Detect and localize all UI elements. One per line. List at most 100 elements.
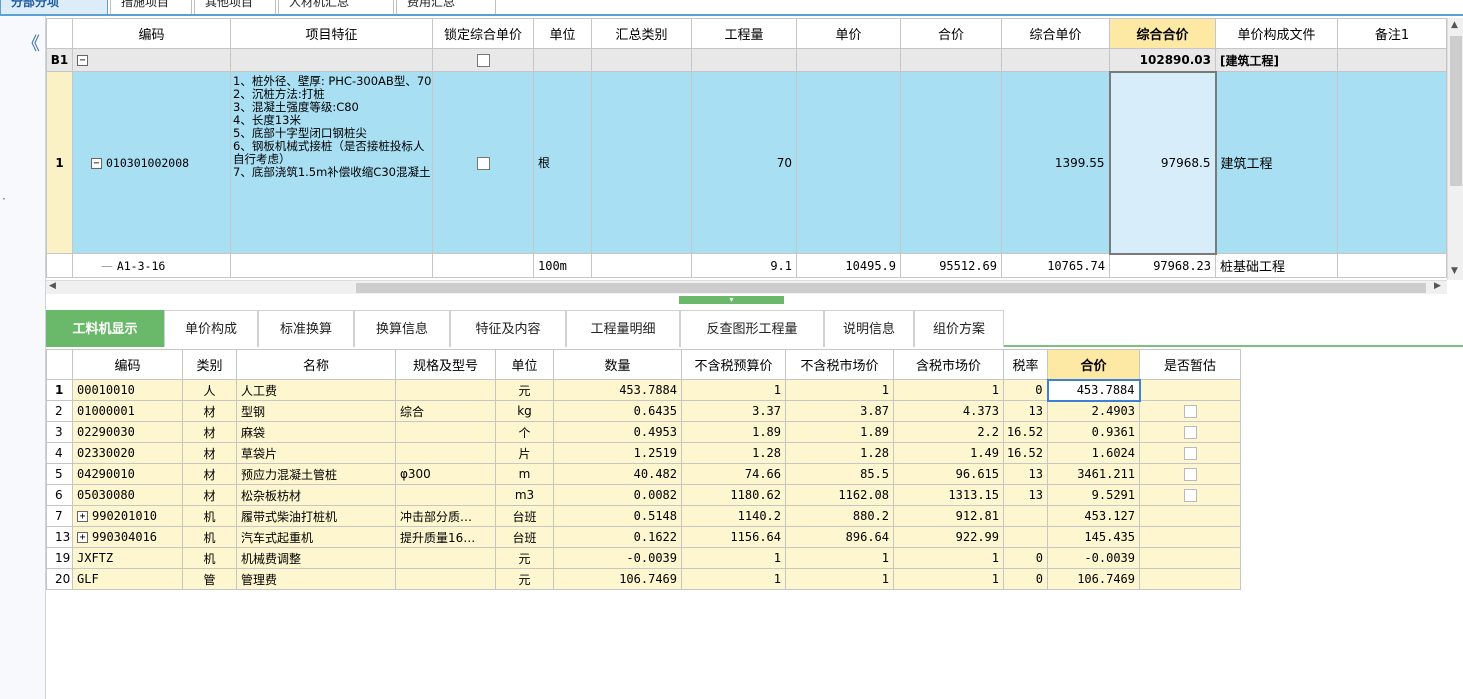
row-name-cell[interactable]: 机械费调整	[236, 547, 396, 569]
row-spec-cell[interactable]: 冲击部分质…	[395, 505, 496, 527]
row-budget-price-cell[interactable]: 1180.62	[681, 484, 786, 506]
row-name-cell[interactable]: 草袋片	[236, 442, 396, 464]
row-tax-market-price-cell[interactable]: 922.99	[893, 526, 1004, 548]
row-quantity-cell[interactable]: 0.0082	[553, 484, 682, 506]
row-features-cell[interactable]	[230, 48, 433, 72]
row-tax-rate-cell[interactable]	[1003, 526, 1048, 548]
collapse-icon[interactable]: −	[91, 157, 102, 169]
row-unit-cell[interactable]: kg	[495, 400, 554, 422]
row-unit-cell[interactable]: m3	[495, 484, 554, 506]
row-category-cell[interactable]	[591, 253, 692, 278]
tab-unit-price-composition[interactable]: 单价构成	[164, 310, 258, 347]
row-budget-price-cell[interactable]: 1	[681, 568, 786, 590]
tab-reverse-graphic-quantity[interactable]: 反查图形工程量	[680, 310, 824, 347]
table-row-b1[interactable]: B1 − 102890.03 [建筑工程]	[46, 48, 1447, 72]
col-header-code[interactable]: 编码	[72, 349, 183, 380]
expand-icon[interactable]: +	[77, 532, 88, 543]
row-features-cell[interactable]	[230, 253, 433, 278]
col-header-composite-unit-price[interactable]: 综合单价	[1001, 18, 1110, 49]
row-code-cell[interactable]: 04290010	[72, 463, 183, 485]
tab-measures[interactable]: 措施项目	[110, 0, 192, 14]
col-header-lock-price[interactable]: 锁定综合单价	[432, 18, 534, 49]
row-quantity-cell[interactable]: 1.2519	[553, 442, 682, 464]
row-tax-rate-cell[interactable]: 13	[1003, 463, 1048, 485]
row-quantity-cell[interactable]: 0.1622	[553, 526, 682, 548]
row-remark-cell[interactable]	[1337, 48, 1447, 72]
row-budget-price-cell[interactable]: 3.37	[681, 400, 786, 422]
col-header-code[interactable]: 编码	[72, 18, 231, 49]
table-row[interactable]: 6 05030080 材松杂板枋材 m3 0.0082 1180.62 1162.08 131…	[46, 484, 1241, 506]
row-market-price-cell[interactable]: 1.28	[785, 442, 894, 464]
col-header-unit[interactable]: 单位	[495, 349, 554, 380]
tab-fee-summary[interactable]: 费用汇总	[396, 0, 496, 14]
col-header-unit[interactable]: 单位	[533, 18, 592, 49]
row-composite-total-cell[interactable]: 97968.23	[1109, 253, 1216, 278]
row-tax-market-price-cell[interactable]: 1	[893, 379, 1004, 401]
table-row-a1-3-16[interactable]: — A1-3-16 100m 9.1 10495.9 95512.69 1076…	[46, 253, 1447, 278]
row-code-cell[interactable]: GLF	[72, 568, 183, 590]
row-provisional-cell[interactable]	[1139, 526, 1241, 548]
row-remark-cell[interactable]	[1337, 71, 1447, 254]
row-spec-cell[interactable]	[395, 421, 496, 443]
row-code-cell[interactable]: −010301002008	[72, 71, 231, 254]
row-tax-market-price-cell[interactable]: 4.373	[893, 400, 1004, 422]
row-tax-rate-cell[interactable]: 0	[1003, 568, 1048, 590]
row-unit-cell[interactable]: 元	[495, 547, 554, 569]
row-tax-market-price-cell[interactable]: 912.81	[893, 505, 1004, 527]
tab-standard-conversion[interactable]: 标准换算	[258, 310, 354, 347]
row-tax-market-price-cell[interactable]: 96.615	[893, 463, 1004, 485]
row-market-price-cell[interactable]: 1	[785, 379, 894, 401]
row-category-cell[interactable]: 材	[182, 484, 237, 506]
row-unit-cell[interactable]: 片	[495, 442, 554, 464]
row-spec-cell[interactable]	[395, 568, 496, 590]
col-header-total-price[interactable]: 合价	[900, 18, 1002, 49]
row-quantity-cell[interactable]	[691, 48, 797, 72]
row-market-price-cell[interactable]: 1	[785, 547, 894, 569]
row-unit-cell[interactable]: 个	[495, 421, 554, 443]
row-market-price-cell[interactable]: 3.87	[785, 400, 894, 422]
row-total-price-cell[interactable]	[900, 71, 1002, 254]
row-code-cell[interactable]: −	[72, 48, 231, 72]
tab-description-info[interactable]: 说明信息	[824, 310, 914, 347]
row-unit-cell[interactable]	[533, 48, 592, 72]
col-header-provisional[interactable]: 是否暂估	[1139, 349, 1241, 380]
row-spec-cell[interactable]: 提升质量16…	[395, 526, 496, 548]
col-header-spec[interactable]: 规格及型号	[395, 349, 496, 380]
scroll-up-icon[interactable]: ▲	[1451, 20, 1458, 30]
col-header-name[interactable]: 名称	[236, 349, 396, 380]
row-name-cell[interactable]: 预应力混凝土管桩	[236, 463, 396, 485]
row-features-cell[interactable]: 1、桩外径、壁厚: PHC-300AB型、70 2、沉桩方法:打桩 3、混凝土强…	[230, 71, 433, 254]
row-market-price-cell[interactable]: 1.89	[785, 421, 894, 443]
row-spec-cell[interactable]	[395, 484, 496, 506]
row-total-price-cell[interactable]	[900, 48, 1002, 72]
row-remark-cell[interactable]	[1337, 253, 1447, 278]
row-lock-cell[interactable]	[432, 253, 534, 278]
vertical-scroll-thumb[interactable]	[1450, 36, 1462, 186]
row-total-price-cell[interactable]: 95512.69	[900, 253, 1002, 278]
row-code-cell[interactable]: 01000001	[72, 400, 183, 422]
table-row[interactable]: 5 04290010 材预应力混凝土管桩 φ300 m 40.482 74.66 85.5 96…	[46, 463, 1241, 485]
row-budget-price-cell[interactable]: 74.66	[681, 463, 786, 485]
row-total-cell[interactable]: 0.9361	[1047, 421, 1140, 443]
table-row[interactable]: 4 02330020 材草袋片片 1.2519 1.28 1.28 1.49 16.52 1.6…	[46, 442, 1241, 464]
row-spec-cell[interactable]: 综合	[395, 400, 496, 422]
scroll-down-icon[interactable]: ▼	[1451, 266, 1458, 276]
row-tax-market-price-cell[interactable]: 1	[893, 547, 1004, 569]
row-unit-cell[interactable]: 100m	[533, 253, 592, 278]
row-provisional-cell[interactable]	[1139, 421, 1241, 443]
row-total-cell[interactable]: 453.127	[1047, 505, 1140, 527]
row-category-cell[interactable]: 机	[182, 526, 237, 548]
row-code-cell[interactable]: JXFTZ	[72, 547, 183, 569]
col-header-tax-rate[interactable]: 税率	[1003, 349, 1048, 380]
col-header-features[interactable]: 项目特征	[230, 18, 433, 49]
row-category-cell[interactable]	[591, 48, 692, 72]
lock-checkbox[interactable]	[476, 156, 490, 170]
row-unit-cell[interactable]: m	[495, 463, 554, 485]
row-spec-cell[interactable]	[395, 547, 496, 569]
panel-splitter-handle[interactable]: ▾	[679, 296, 784, 304]
col-header-quantity[interactable]: 数量	[553, 349, 682, 380]
row-quantity-cell[interactable]: -0.0039	[553, 547, 682, 569]
row-total-cell[interactable]: 106.7469	[1047, 568, 1140, 590]
row-code-cell[interactable]: 00010010	[72, 379, 183, 401]
tab-labor-material-display[interactable]: 工料机显示	[46, 310, 164, 347]
